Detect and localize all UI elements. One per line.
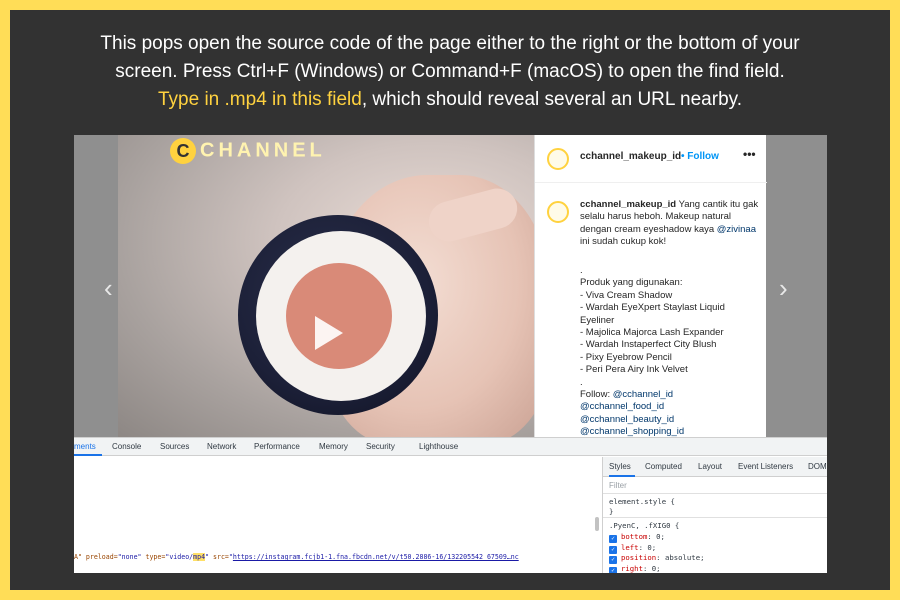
code-prefix: A" (74, 553, 82, 561)
caption-line-3-rest: , which should reveal several an URL nea… (361, 89, 743, 110)
element-style-close: } (609, 507, 614, 516)
devtools-tabs: ments Console Sources Network Performance Mem… (74, 438, 827, 456)
devtools-tab[interactable]: ments (74, 442, 96, 451)
handle-link[interactable]: @cchannel_food_id (580, 401, 664, 412)
caption-line: - Wardah Instaperfect City Blush (580, 339, 717, 351)
css-property-row[interactable]: ✓ bottom: 0; (609, 532, 665, 543)
handle-line: @cchannel_beauty_id (580, 414, 760, 426)
css-property-row[interactable]: ✓ left: 0; (609, 543, 656, 554)
devtools-tab[interactable]: Sources (160, 442, 189, 451)
caption-line: Eyeliner (580, 314, 615, 326)
devtools-tab[interactable]: Performance (254, 442, 300, 451)
caption-line: . (580, 376, 583, 388)
devtools-tab[interactable]: Lighthouse (419, 442, 458, 451)
css-property-row[interactable]: ✓ right: 0; (609, 563, 661, 573)
css-property-name: position (621, 553, 657, 562)
css-colon: : (647, 532, 657, 541)
elements-pane: A" preload="none" type="video/mp4" src="… (74, 457, 602, 573)
caption-line: - Majolica Majorca Lash Expander (580, 327, 724, 339)
type-attr: type= (141, 553, 166, 561)
caption-line: - Wardah EyeXpert Staylast Liquid (580, 302, 725, 314)
mention-link[interactable]: @zivinaa (717, 224, 756, 235)
caption-line: - Viva Cream Shadow (580, 289, 673, 301)
search-match-highlight: mp4 (193, 553, 206, 561)
previous-post-arrow-icon[interactable]: ‹ (104, 275, 113, 301)
element-style-selector: element.style { (609, 497, 675, 506)
avatar[interactable] (547, 148, 569, 170)
css-property-name: left (621, 542, 639, 552)
styles-tabs: Styles Computed Layout Event Listeners DOM (603, 457, 827, 477)
caption-line-1: This pops open the source code of the pa… (100, 33, 800, 54)
more-options-icon[interactable]: ••• (743, 147, 756, 161)
follow-line: Follow: @cchannel_id (580, 389, 760, 401)
checkbox-icon[interactable]: ✓ (609, 566, 617, 573)
styles-tab[interactable]: Event Listeners (738, 462, 793, 471)
styles-tab[interactable]: Styles (609, 462, 631, 471)
rule-divider (603, 517, 827, 518)
browser-screenshot: ‹ › C CHANNEL cchannel_makeup_id • Follow… (74, 135, 827, 573)
devtools-tab[interactable]: Security (366, 442, 395, 451)
devtools-tab[interactable]: Console (112, 442, 141, 451)
handle-link[interactable]: @cchannel_shopping_id (580, 426, 684, 437)
css-property-value: 0; (656, 532, 665, 541)
handle-line: @cchannel_food_id (580, 401, 760, 413)
channel-logo: C CHANNEL (170, 138, 326, 164)
instagram-post-panel: cchannel_makeup_id • Follow ••• cchannel… (534, 135, 767, 450)
slide-frame: This pops open the source code of the pa… (10, 10, 890, 590)
src-attr: src= (209, 553, 229, 561)
follow-button[interactable]: • Follow (681, 151, 719, 162)
handle-link[interactable]: @cchannel_id (613, 389, 673, 400)
css-property-name: right (621, 563, 643, 573)
css-property-name: bottom (621, 532, 648, 541)
css-property-row[interactable]: ✓ position: absolute; (609, 553, 705, 564)
caption-avatar[interactable] (547, 201, 569, 223)
video-player[interactable]: C CHANNEL (118, 135, 534, 437)
caption-username[interactable]: cchannel_makeup_id (580, 199, 676, 210)
css-property-value: absolute; (664, 553, 705, 562)
css-colon: : (656, 553, 665, 562)
styles-tab[interactable]: Computed (645, 462, 682, 471)
styles-filter-input[interactable]: Filter (609, 481, 627, 490)
css-colon: : (642, 563, 652, 573)
next-post-arrow-icon[interactable]: › (779, 275, 788, 301)
handle-link[interactable]: @cchannel_beauty_id (580, 414, 674, 425)
css-property-value: 0; (651, 563, 661, 573)
type-value-pre: "video/ (165, 553, 194, 561)
css-selector: .PyenC, .fXIG0 { (609, 521, 680, 530)
caption-line-2: screen. Press Ctrl+F (Windows) or Comman… (115, 61, 785, 82)
caption-highlight: Type in .mp4 in this field (157, 89, 362, 110)
caption-line: . (580, 265, 583, 276)
vertical-scrollbar[interactable] (595, 517, 599, 531)
styles-pane: Styles Computed Layout Event Listeners DOM F… (602, 457, 827, 573)
video-url-link[interactable]: https://instagram.fcjb1-1.fna.fbcdn.net/… (233, 553, 519, 561)
preload-value: "none" (117, 553, 142, 561)
video-element-source[interactable]: A" preload="none" type="video/mp4" src="… (74, 553, 519, 561)
styles-tab[interactable]: DOM (808, 462, 827, 471)
channel-logo-text: CHANNEL (200, 139, 326, 162)
caption-line: - Pixy Eyebrow Pencil (580, 351, 672, 363)
caption-line: - Peri Pera Airy Ink Velvet (580, 364, 688, 376)
caption-lines: . Produk yang digunakan: - Viva Cream Shad… (580, 265, 760, 451)
instruction-caption: This pops open the source code of the pa… (10, 30, 890, 114)
active-tab-indicator (74, 454, 102, 456)
devtools-panel: ments Console Sources Network Performance Mem… (74, 437, 827, 573)
filter-divider (603, 493, 827, 494)
active-styles-tab-indicator (609, 475, 635, 477)
devtools-tab[interactable]: Memory (319, 442, 348, 451)
post-header: cchannel_makeup_id • Follow ••• (535, 135, 767, 183)
username-link[interactable]: cchannel_makeup_id (580, 151, 681, 162)
styles-tab[interactable]: Layout (698, 462, 722, 471)
caption-line-3: Type in .mp4 in this field, which should… (10, 86, 890, 114)
play-icon[interactable] (303, 310, 349, 356)
follow-prefix: Follow: (580, 389, 613, 401)
css-property-value: 0; (647, 542, 657, 552)
post-caption: cchannel_makeup_id Yang cantik itu gak s… (580, 199, 760, 249)
channel-logo-mark-icon: C (170, 138, 196, 164)
caption-line: Produk yang digunakan: (580, 277, 683, 289)
preload-attr: preload= (81, 553, 118, 561)
caption-text-end: ini sudah cukup kok! (580, 236, 667, 248)
devtools-tab[interactable]: Network (207, 442, 236, 451)
